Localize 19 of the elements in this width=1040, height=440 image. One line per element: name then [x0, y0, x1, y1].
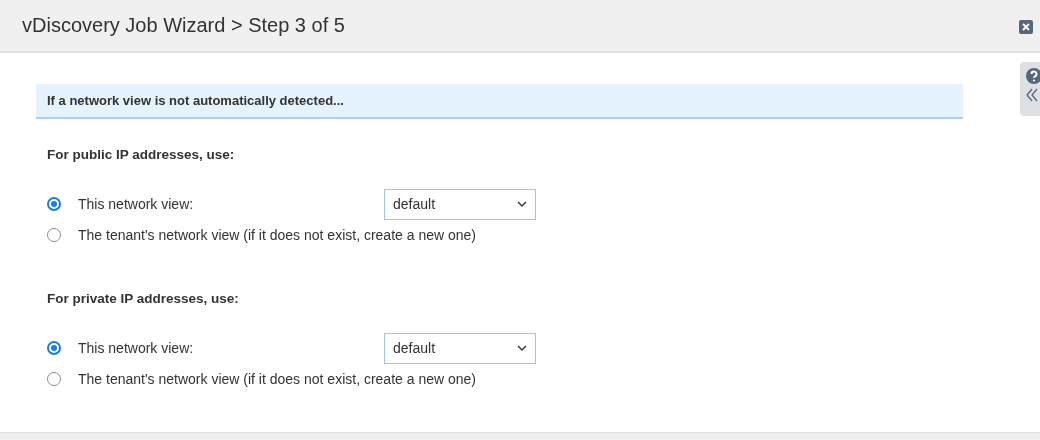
help-icon[interactable] — [1026, 68, 1040, 84]
radio-button[interactable] — [47, 341, 61, 355]
banner-text: If a network view is not automatically detected... — [47, 93, 344, 108]
radio-button[interactable] — [47, 228, 61, 242]
section-heading: For public IP addresses, use: — [46, 147, 236, 162]
radio-button[interactable] — [47, 372, 61, 386]
collapse-icon[interactable] — [1026, 88, 1038, 102]
radio-label: The tenant's network view (if it does not exist, create a new one) — [78, 371, 476, 387]
section-heading: For private IP addresses, use: — [46, 291, 240, 306]
radio-button[interactable] — [47, 197, 61, 211]
network-view-dropdown[interactable]: default — [384, 188, 536, 220]
chevron-icon — [517, 345, 527, 351]
radio-label: The tenant's network view (if it does not exist, create a new one) — [78, 227, 476, 243]
radio-label: This network view: — [78, 196, 195, 212]
close-button[interactable] — [1019, 19, 1033, 34]
window-title: vDiscovery Job Wizard > Step 3 of 5 — [22, 14, 345, 37]
chevron-icon — [517, 201, 527, 207]
radio-label: This network view: — [78, 340, 195, 356]
network-view-dropdown[interactable]: default — [384, 332, 536, 364]
